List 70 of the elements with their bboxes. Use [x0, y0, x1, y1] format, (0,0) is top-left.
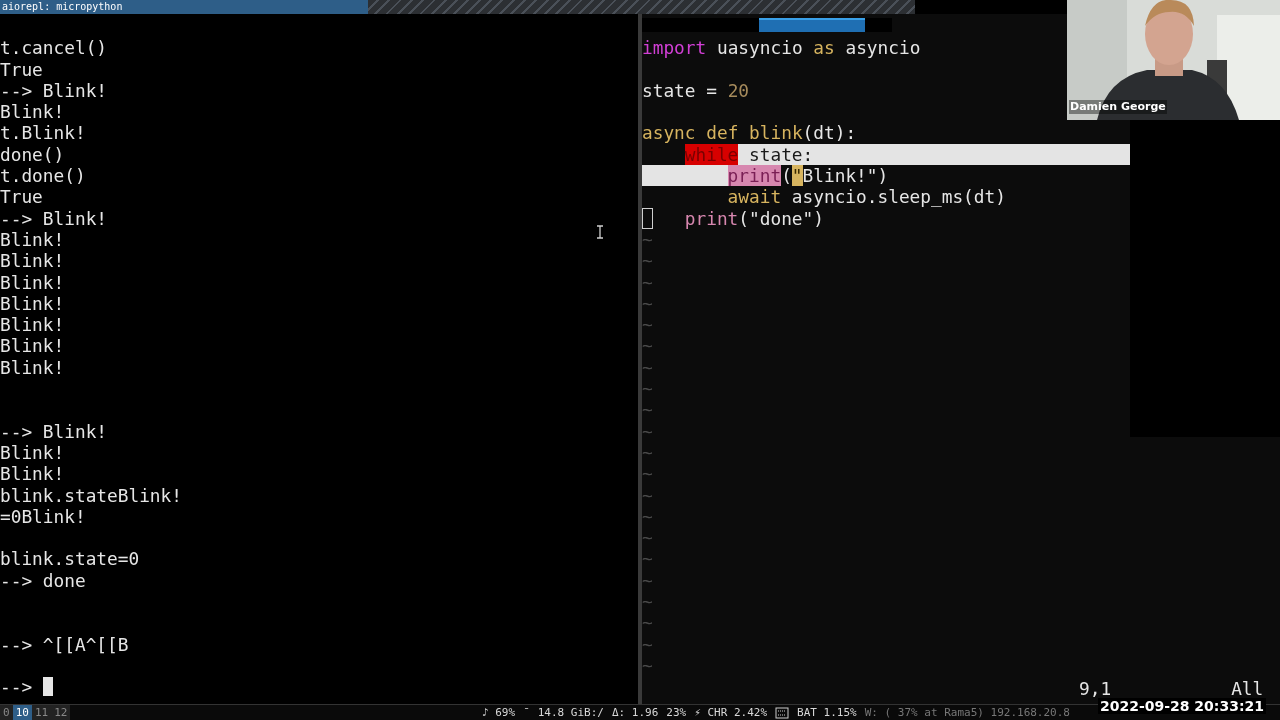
terminal-line: Blink!: [0, 228, 65, 250]
empty-line-marker: ~: [642, 335, 653, 357]
status-item: BAT 1.15%: [797, 705, 857, 720]
terminal-line: True: [0, 58, 43, 80]
terminal-line: --> ^[[A^[[B: [0, 633, 129, 655]
empty-line-marker: ~: [642, 463, 653, 485]
empty-line-marker: ~: [642, 292, 653, 314]
empty-line-marker: ~: [642, 441, 653, 463]
code-line: state = 20: [642, 79, 750, 102]
terminal-line: done(): [0, 143, 65, 165]
code-line: print("Blink!"): [727, 165, 889, 187]
terminal-line: --> done: [0, 569, 86, 591]
terminal-line: blink.stateBlink!: [0, 484, 182, 506]
scroll-position: All: [1231, 678, 1264, 700]
text-cursor-icon: [596, 225, 604, 239]
empty-line-marker: ~: [642, 420, 653, 442]
code-line: import uasyncio as asyncio: [642, 37, 921, 59]
workspace-button[interactable]: 12: [51, 705, 71, 720]
text-cursor: [42, 677, 53, 697]
status-item: ⚡ CHR 2.42%: [694, 705, 768, 720]
status-item: 14.8 GiB:/: [537, 705, 604, 720]
window-title: aiorepl: micropython: [2, 0, 123, 14]
terminal-line: Blink!: [0, 101, 65, 123]
memory-chip-icon: [775, 706, 790, 719]
status-item: 23%: [666, 705, 687, 720]
empty-line-marker: ~: [642, 228, 653, 250]
empty-line-marker: ~: [642, 271, 653, 293]
status-item: W: ( 37% at Rama5) 192.168.20.8: [864, 705, 1070, 720]
empty-line-marker: ~: [642, 484, 653, 506]
terminal-line: blink.state=0: [0, 548, 140, 570]
code-line: await asyncio.sleep_ms(dt): [727, 186, 1006, 208]
terminal-line: Blink!: [0, 250, 65, 272]
empty-line-marker: ~: [642, 591, 653, 612]
terminal-line: t.Blink!: [0, 122, 86, 144]
timestamp-overlay: 2022-09-28 20:33:21: [1097, 698, 1266, 714]
terminal-line: Blink!: [0, 441, 65, 463]
status-item: Δ: 1.96: [612, 705, 659, 720]
empty-line-marker: ~: [642, 527, 653, 549]
empty-line-marker: ~: [642, 654, 653, 676]
empty-line-marker: ~: [642, 314, 653, 336]
terminal-line: --> Blink!: [0, 79, 108, 101]
workspace-button[interactable]: 0: [0, 705, 13, 720]
empty-line-marker: ~: [642, 548, 653, 570]
empty-line-marker: ~: [642, 612, 653, 634]
terminal-line: --> Blink!: [0, 207, 108, 229]
empty-line-marker: ~: [642, 250, 653, 272]
block-cursor: [642, 207, 653, 229]
empty-line-marker: ~: [642, 633, 653, 655]
terminal-line: Blink!: [0, 335, 65, 357]
status-item: ♪ 69%: [482, 705, 516, 720]
prompt: -->: [0, 676, 33, 698]
terminal-line: Blink!: [0, 356, 65, 378]
terminal-line: t.done(): [0, 165, 86, 187]
terminal-line: Blink!: [0, 314, 65, 336]
terminal-line: Blink!: [0, 292, 65, 314]
terminal-line: Blink!: [0, 463, 65, 485]
empty-line-marker: ~: [642, 356, 653, 378]
cursor-position: 9,1: [1079, 678, 1112, 700]
status-item: ¯: [523, 705, 530, 720]
empty-line-marker: ~: [642, 399, 653, 421]
empty-line-marker: ~: [642, 505, 653, 527]
terminal-line: =0Blink!: [0, 505, 86, 527]
terminal-line: Blink!: [0, 271, 65, 293]
terminal-line: t.cancel(): [0, 37, 108, 59]
code-line: async def blink(dt):: [642, 122, 857, 144]
terminal-line: True: [0, 186, 43, 208]
empty-line-marker: ~: [642, 378, 653, 400]
empty-line-marker: ~: [642, 569, 653, 591]
code-line: print("done"): [684, 207, 824, 229]
terminal-line: --> Blink!: [0, 420, 108, 442]
